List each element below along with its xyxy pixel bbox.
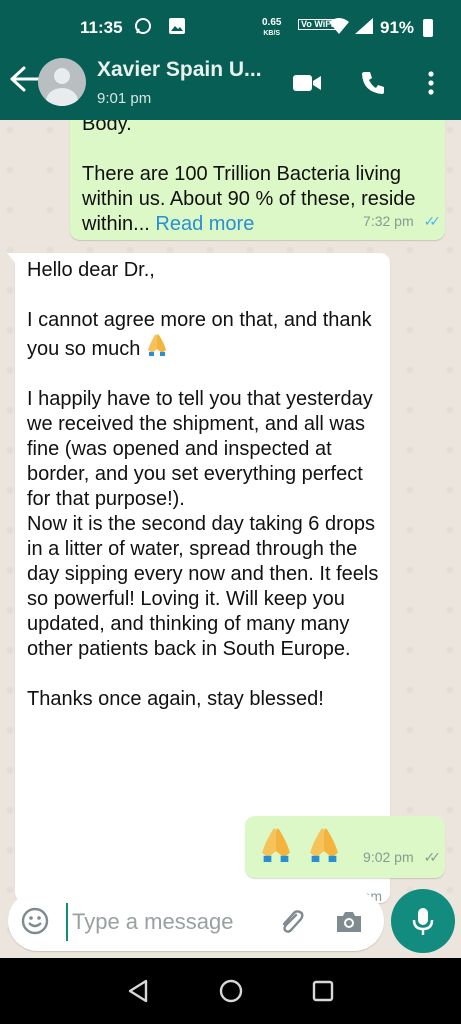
chat-area[interactable]: Body. There are 100 Trillion Bacteria li… — [0, 120, 461, 958]
phone-call-icon[interactable] — [358, 68, 388, 98]
double-check-read-icon: ✓✓ — [423, 213, 442, 229]
message-input-container — [8, 891, 384, 951]
gallery-notification-icon — [168, 17, 186, 39]
message-paragraph: I cannot agree more on that, and thank y… — [27, 309, 378, 360]
read-more-link[interactable]: Read more — [155, 213, 254, 235]
whatsapp-notification-icon — [134, 17, 152, 39]
paperclip-icon[interactable] — [276, 907, 306, 937]
message-text: Hello dear Dr., I cannot agree more on t… — [27, 258, 382, 712]
message-meta: 9:02 pm ✓✓ — [363, 845, 442, 870]
folded-hands-emoji-icon — [262, 828, 290, 862]
battery-icon — [423, 19, 433, 37]
message-time: 9:02 pm — [363, 849, 414, 865]
last-seen: 9:01 pm — [97, 90, 152, 107]
avatar-head-shape — [54, 68, 70, 84]
message-emoji — [259, 826, 341, 867]
message-text-cut-top: Body. — [82, 120, 132, 135]
message-meta: 7:32 pm ✓✓ — [363, 209, 442, 234]
emoji-icon[interactable] — [20, 906, 50, 936]
nav-recents-icon[interactable] — [310, 978, 336, 1004]
more-options-icon[interactable] — [416, 68, 446, 98]
avatar-body-shape — [46, 88, 78, 106]
system-navigation-bar — [0, 958, 461, 1024]
double-check-delivered-icon: ✓✓ — [423, 849, 442, 865]
status-bar: 11:35 0.65 KB/S Vo WiFi 91% — [0, 10, 461, 46]
mic-button[interactable] — [391, 889, 455, 953]
folded-hands-emoji-icon — [310, 828, 339, 862]
battery-percentage: 91% — [380, 18, 415, 37]
status-time: 11:35 — [80, 18, 123, 37]
network-speed-unit: KB/S — [263, 30, 281, 37]
contact-name[interactable]: Xavier Spain U... — [97, 58, 262, 82]
wifi-icon — [328, 17, 350, 39]
message-bubble-outgoing[interactable]: Body. There are 100 Trillion Bacteria li… — [70, 120, 445, 240]
contact-avatar[interactable] — [38, 58, 86, 106]
message-closing: Thanks once again, stay blessed! — [27, 688, 324, 710]
message-greeting: Hello dear Dr., — [27, 259, 155, 281]
network-speed: 0.65 KB/S — [262, 18, 281, 39]
nav-home-icon[interactable] — [218, 978, 244, 1004]
message-bubble-incoming[interactable]: Hello dear Dr., I cannot agree more on t… — [7, 253, 390, 904]
top-bar: 11:35 0.65 KB/S Vo WiFi 91% Xavier Spain… — [0, 0, 461, 120]
nav-back-icon[interactable] — [126, 978, 152, 1004]
message-bubble-outgoing-emoji[interactable]: 9:02 pm ✓✓ — [245, 816, 445, 878]
video-call-icon[interactable] — [292, 68, 322, 98]
message-paragraph-2: I happily have to tell you that yesterda… — [27, 388, 379, 660]
camera-icon[interactable] — [334, 907, 364, 937]
signal-icon — [354, 17, 374, 39]
message-time: 7:32 pm — [363, 213, 414, 229]
message-composer — [0, 885, 461, 957]
bubble-tail — [7, 253, 17, 265]
message-input[interactable] — [66, 903, 274, 941]
network-speed-value: 0.65 — [262, 17, 282, 28]
folded-hands-emoji-icon — [147, 334, 166, 356]
microphone-icon — [412, 908, 434, 935]
chat-header: Xavier Spain U... 9:01 pm — [0, 50, 461, 120]
